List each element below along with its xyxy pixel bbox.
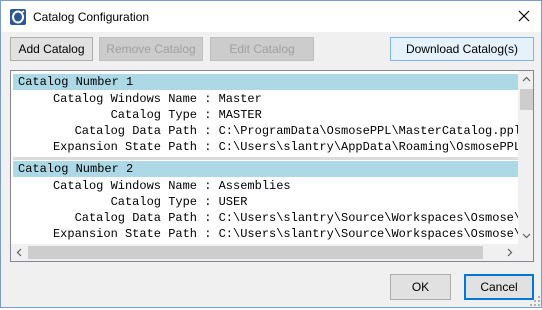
ok-button[interactable]: OK [390, 274, 451, 300]
scroll-left-icon[interactable] [11, 244, 28, 261]
catalog-separator [13, 157, 518, 160]
field-value: Master [218, 92, 262, 106]
catalog-field-row: Expansion State Path : C:\Users\slantry\… [11, 139, 518, 155]
vertical-scroll-thumb[interactable] [520, 89, 533, 110]
horizontal-scroll-thumb[interactable] [28, 246, 483, 259]
field-key: Catalog Type [110, 195, 197, 209]
title-bar[interactable]: Catalog Configuration [1, 1, 541, 32]
field-key: Expansion State Path [52, 140, 197, 154]
scroll-down-icon[interactable] [518, 227, 533, 244]
vertical-scrollbar[interactable] [518, 71, 533, 244]
horizontal-scrollbar[interactable] [11, 244, 518, 261]
catalog-field-row: Catalog Windows Name : Assemblies [11, 178, 291, 194]
catalog-header[interactable]: Catalog Number 1 [13, 74, 518, 90]
download-catalogs-button[interactable]: Download Catalog(s) [390, 37, 534, 61]
add-catalog-button[interactable]: Add Catalog [10, 37, 93, 61]
scroll-up-icon[interactable] [518, 71, 533, 88]
catalog-list-content: Catalog Number 1 Catalog Windows Name : … [11, 71, 518, 244]
field-value: C:\Users\slantry\AppData\Roaming\OsmoseP… [218, 140, 518, 154]
catalog-list[interactable]: Catalog Number 1 Catalog Windows Name : … [10, 70, 534, 262]
cancel-button[interactable]: Cancel [464, 274, 534, 300]
field-key: Catalog Windows Name [52, 92, 197, 106]
scrollbar-corner [518, 244, 533, 261]
field-key: Catalog Type [110, 108, 197, 122]
field-value: C:\ProgramData\OsmosePPL\MasterCatalog.p… [218, 124, 518, 138]
field-value: MASTER [218, 108, 262, 122]
window-title: Catalog Configuration [33, 10, 150, 24]
resize-grip-icon[interactable] [529, 295, 541, 307]
edit-catalog-button[interactable]: Edit Catalog [210, 37, 314, 61]
catalog-field-row: Catalog Data Path : C:\Users\slantry\Sou… [11, 210, 518, 226]
catalog-configuration-dialog: Catalog Configuration Add Catalog Remove… [0, 0, 542, 308]
field-key: Catalog Windows Name [52, 179, 197, 193]
close-icon [518, 10, 530, 22]
catalog-field-row: Catalog Type : USER [11, 194, 248, 210]
field-value: USER [218, 195, 248, 209]
scroll-right-icon[interactable] [501, 244, 518, 261]
field-key: Catalog Data Path [74, 124, 197, 138]
catalog-field-row: Catalog Data Path : C:\ProgramData\Osmos… [11, 123, 518, 139]
catalog-header[interactable]: Catalog Number 2 [13, 161, 518, 177]
catalog-field-row: Catalog Windows Name : Master [11, 91, 262, 107]
field-value: C:\Users\slantry\Source\Workspaces\Osmos… [218, 211, 518, 225]
field-value: Assemblies [218, 179, 291, 193]
app-logo-icon [10, 9, 26, 25]
remove-catalog-button[interactable]: Remove Catalog [99, 37, 203, 61]
field-value: C:\Users\slantry\Source\Workspaces\Osmos… [218, 227, 518, 241]
catalog-field-row: Catalog Type : MASTER [11, 107, 262, 123]
field-key: Expansion State Path [52, 227, 197, 241]
field-key: Catalog Data Path [74, 211, 197, 225]
close-button[interactable] [507, 1, 541, 32]
catalog-field-row: Expansion State Path : C:\Users\slantry\… [11, 226, 518, 242]
